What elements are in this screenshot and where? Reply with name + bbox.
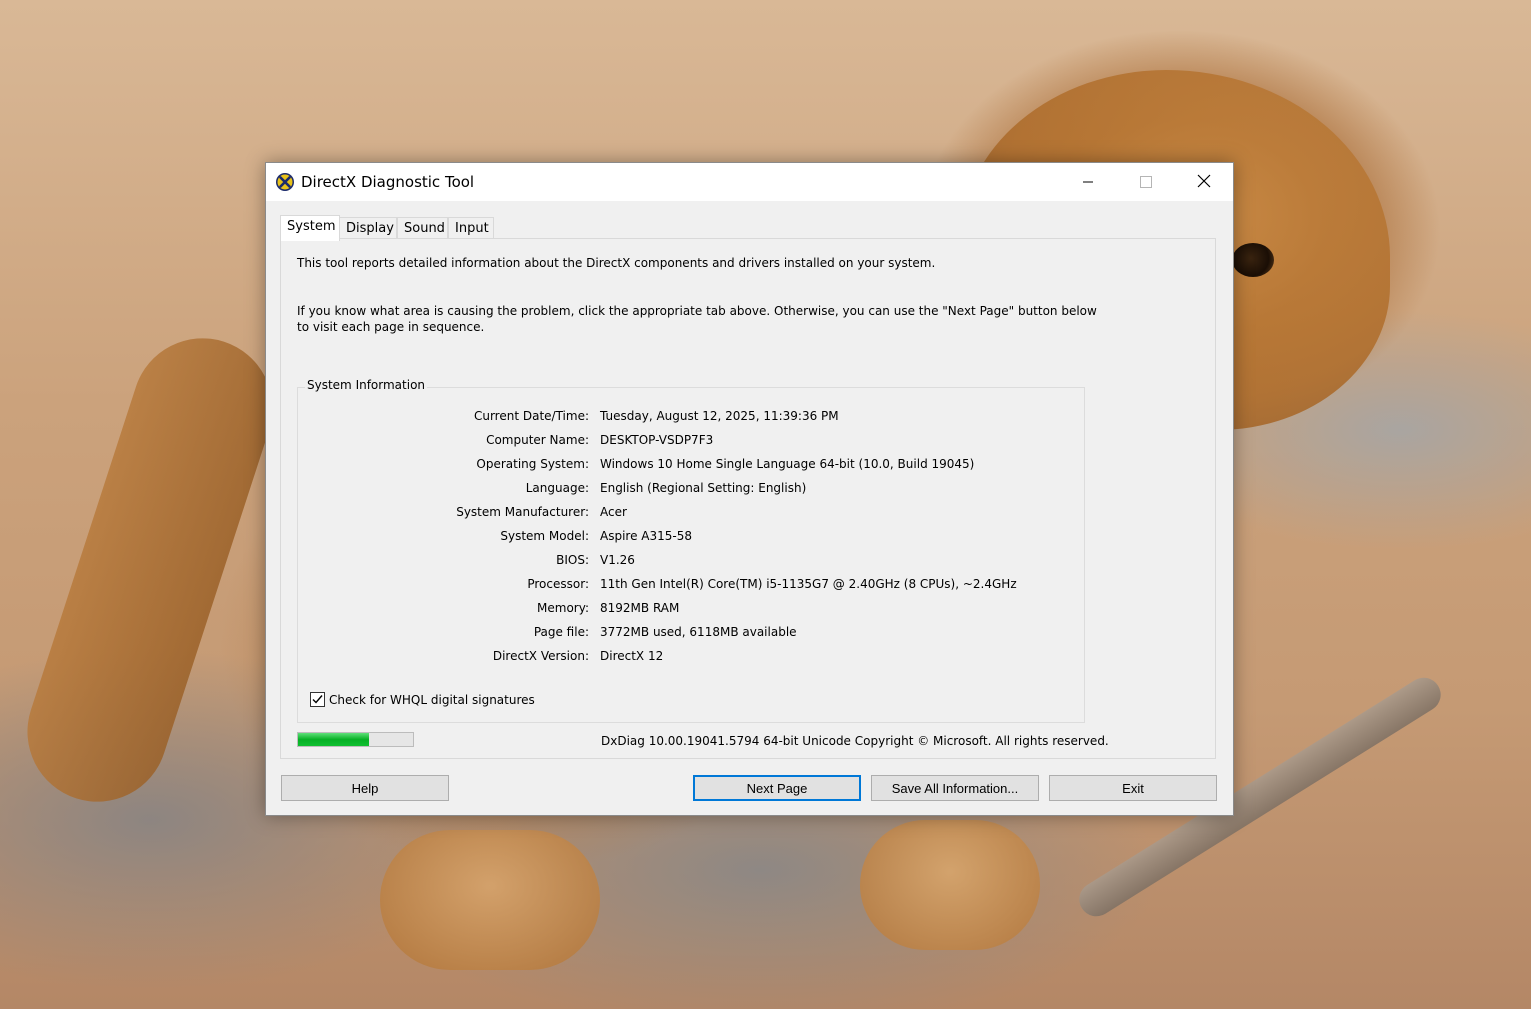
info-row-datetime: Current Date/Time: Tuesday, August 12, 2… [298, 409, 1078, 427]
info-label: Computer Name: [486, 433, 589, 447]
info-label: Page file: [533, 625, 589, 639]
info-value: Windows 10 Home Single Language 64-bit (… [600, 457, 975, 471]
info-row-page-file: Page file: 3772MB used, 6118MB available [298, 625, 1078, 643]
info-label: DirectX Version: [492, 649, 589, 663]
whql-label: Check for WHQL digital signatures [329, 693, 535, 707]
info-label: System Manufacturer: [456, 505, 589, 519]
tab-system[interactable]: System [280, 215, 340, 241]
info-row-directx-version: DirectX Version: DirectX 12 [298, 649, 1078, 667]
info-row-os: Operating System: Windows 10 Home Single… [298, 457, 1078, 475]
whql-checkbox[interactable] [310, 692, 325, 707]
info-label: Processor: [527, 577, 589, 591]
window-title: DirectX Diagnostic Tool [301, 173, 475, 191]
info-value: DESKTOP-VSDP7F3 [600, 433, 714, 447]
info-value: Tuesday, August 12, 2025, 11:39:36 PM [600, 409, 839, 423]
tab-sound[interactable]: Sound [397, 217, 448, 239]
info-row-memory: Memory: 8192MB RAM [298, 601, 1078, 619]
minimize-icon [1082, 173, 1094, 192]
exit-button[interactable]: Exit [1049, 775, 1217, 801]
maximize-button[interactable] [1117, 163, 1175, 201]
checkmark-icon [312, 695, 323, 704]
info-value: 11th Gen Intel(R) Core(TM) i5-1135G7 @ 2… [600, 577, 1017, 591]
info-value: English (Regional Setting: English) [600, 481, 807, 495]
save-all-information-button[interactable]: Save All Information... [871, 775, 1039, 801]
info-value: DirectX 12 [600, 649, 664, 663]
info-row-model: System Model: Aspire A315-58 [298, 529, 1078, 547]
tab-display[interactable]: Display [339, 217, 397, 239]
close-button[interactable] [1175, 163, 1233, 201]
next-page-button[interactable]: Next Page [693, 775, 861, 801]
info-row-language: Language: English (Regional Setting: Eng… [298, 481, 1078, 499]
progress-fill [298, 733, 370, 746]
close-icon [1197, 173, 1211, 192]
copyright-text: DxDiag 10.00.19041.5794 64-bit Unicode C… [601, 734, 1109, 748]
info-value: 8192MB RAM [600, 601, 680, 615]
info-value: V1.26 [600, 553, 635, 567]
info-value: Aspire A315-58 [600, 529, 692, 543]
intro-text-2: If you know what area is causing the pro… [297, 304, 1097, 334]
wallpaper-lion-paw-left [380, 830, 600, 970]
info-label: System Model: [500, 529, 589, 543]
intro-text-1: This tool reports detailed information a… [297, 256, 936, 270]
info-label: Operating System: [476, 457, 589, 471]
info-row-bios: BIOS: V1.26 [298, 553, 1078, 571]
wallpaper-lion-eye [1232, 243, 1274, 277]
group-title: System Information [305, 378, 428, 392]
tab-input[interactable]: Input [448, 217, 494, 239]
minimize-button[interactable] [1059, 163, 1117, 201]
info-row-processor: Processor: 11th Gen Intel(R) Core(TM) i5… [298, 577, 1078, 595]
info-label: Language: [525, 481, 589, 495]
info-label: Current Date/Time: [473, 409, 589, 423]
directx-icon [275, 172, 295, 192]
title-bar[interactable]: DirectX Diagnostic Tool [266, 163, 1233, 201]
maximize-icon [1140, 173, 1152, 192]
system-information-group: System Information Current Date/Time: Tu… [297, 378, 1085, 723]
info-value: 3772MB used, 6118MB available [600, 625, 797, 639]
info-label: BIOS: [556, 553, 589, 567]
info-label: Memory: [537, 601, 589, 615]
info-row-manufacturer: System Manufacturer: Acer [298, 505, 1078, 523]
info-value: Acer [600, 505, 627, 519]
wallpaper-lion-tail [9, 320, 291, 820]
info-row-computer-name: Computer Name: DESKTOP-VSDP7F3 [298, 433, 1078, 451]
wallpaper-lion-paw-right [860, 820, 1040, 950]
dxdiag-window: DirectX Diagnostic Tool System Display S… [265, 162, 1234, 816]
progress-bar [297, 732, 414, 747]
system-tab-panel: This tool reports detailed information a… [280, 238, 1216, 759]
help-button[interactable]: Help [281, 775, 449, 801]
